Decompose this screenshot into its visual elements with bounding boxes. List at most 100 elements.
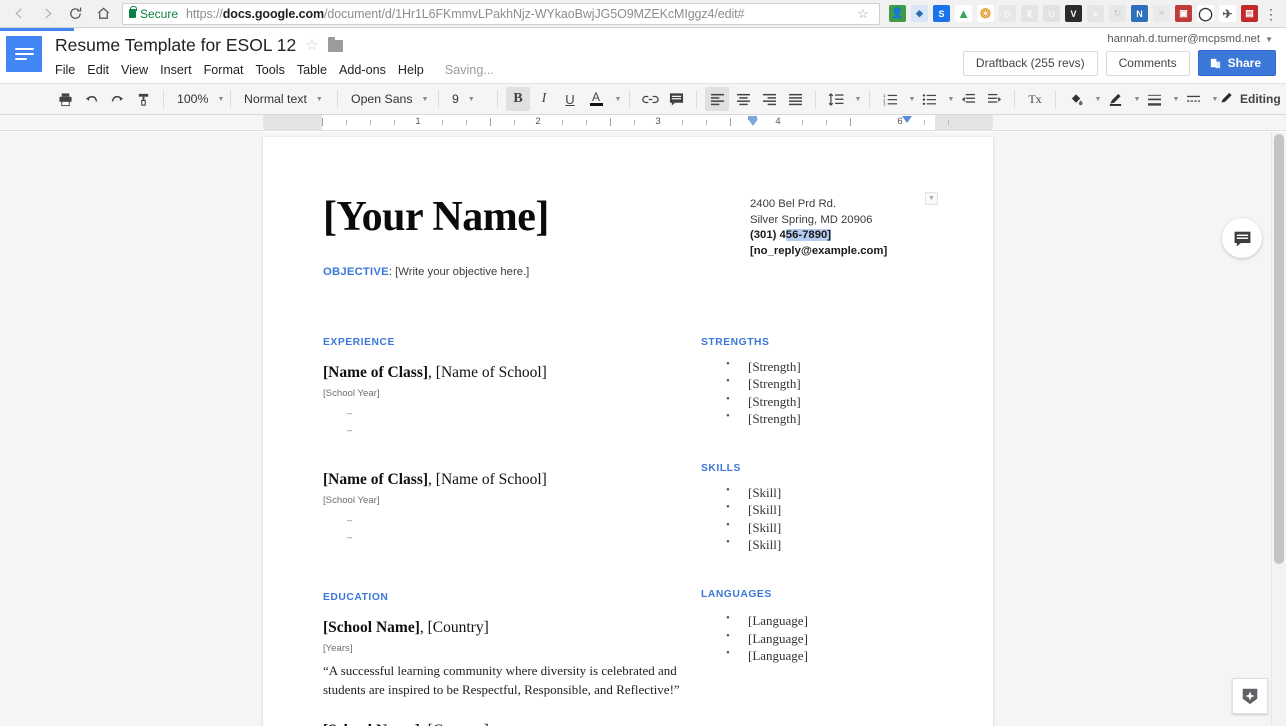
menu-addons[interactable]: Add-ons (339, 62, 393, 78)
bulleted-list-button[interactable] (917, 87, 941, 111)
line-spacing-dropdown-arrow[interactable]: ▼ (850, 87, 862, 111)
contacts-extension-icon[interactable]: 👤 (889, 5, 906, 22)
menu-tools[interactable]: Tools (255, 62, 291, 78)
zoom-dropdown[interactable]: 100% ▼ (171, 87, 224, 111)
menu-table[interactable]: Table (297, 62, 334, 78)
list-item[interactable]: [Skill] (726, 518, 933, 536)
moon-extension-icon[interactable]: ◯ (1197, 5, 1214, 22)
menu-view[interactable]: View (121, 62, 155, 78)
border-color-dropdown-arrow[interactable]: ▼ (1129, 87, 1141, 111)
objective-line[interactable]: OBJECTIVE: [Write your objective here.] (323, 266, 930, 278)
align-center-button[interactable] (731, 87, 755, 111)
border-weight-button[interactable] (1142, 87, 1166, 111)
add-comment-button[interactable] (1222, 218, 1262, 258)
screencastify-extension-icon[interactable]: S (933, 5, 950, 22)
colorpick-extension-icon[interactable]: ❂ (977, 5, 994, 22)
list-item[interactable]: [Language] (726, 611, 933, 629)
screenshot-extension-icon[interactable]: ▣ (1175, 5, 1192, 22)
bulleted-list-dropdown-arrow[interactable]: ▼ (943, 87, 955, 111)
decrease-indent-button[interactable] (956, 87, 980, 111)
back-icon[interactable] (6, 1, 32, 27)
grammar-extension-icon[interactable]: ● (1087, 5, 1104, 22)
text-color-dropdown-arrow[interactable]: ▼ (610, 87, 622, 111)
vertical-scrollbar[interactable] (1271, 132, 1286, 726)
document-canvas[interactable]: [Your Name] OBJECTIVE: [Write your objec… (0, 132, 1286, 726)
numbered-list-button[interactable]: 123 (878, 87, 902, 111)
list-item[interactable]: [Language] (726, 629, 933, 647)
document-title[interactable]: Resume Template for ESOL 12 (55, 35, 296, 56)
menu-insert[interactable]: Insert (160, 62, 199, 78)
align-right-button[interactable] (757, 87, 781, 111)
insert-comment-icon[interactable] (664, 87, 688, 111)
print-icon[interactable] (53, 87, 77, 111)
line-spacing-button[interactable] (824, 87, 848, 111)
border-color-button[interactable] (1103, 87, 1127, 111)
fill-color-dropdown-arrow[interactable]: ▼ (1090, 87, 1102, 111)
font-dropdown[interactable]: Open Sans ▼ (345, 87, 431, 111)
inline-dropdown-icon[interactable]: ▼ (925, 192, 938, 205)
draftback-button[interactable]: Draftback (255 revs) (962, 50, 1098, 76)
undo-icon[interactable] (79, 87, 103, 111)
redo-icon[interactable] (105, 87, 129, 111)
list-item[interactable] (347, 425, 693, 445)
contact-block[interactable]: 2400 Bel Prd Rd. Silver Spring, MD 20906… (750, 197, 887, 259)
paint-format-icon[interactable] (131, 87, 155, 111)
list-item[interactable]: [Language] (726, 646, 933, 664)
entry-bullet-list[interactable] (323, 408, 693, 445)
skills-list[interactable]: [Skill] [Skill] [Skill] [Skill] (701, 483, 933, 553)
bookmark-star-icon[interactable]: ☆ (853, 6, 873, 22)
right-indent-marker[interactable] (902, 116, 912, 123)
list-item[interactable]: [Skill] (726, 535, 933, 553)
list-item[interactable] (347, 408, 693, 428)
fill-color-button[interactable] (1064, 87, 1088, 111)
account-menu[interactable]: hannah.d.turner@mcpsmd.net ▼ (1107, 33, 1273, 45)
education-entry[interactable]: [School Name], [Country] [Years] (323, 722, 693, 726)
list-item[interactable]: [Strength] (726, 374, 933, 392)
refresh-extension-icon[interactable]: ↻ (1109, 5, 1126, 22)
edit-mode-dropdown[interactable]: Editing ▼ (1219, 91, 1286, 108)
ruler[interactable]: 1 2 3 4 6 (263, 115, 993, 130)
translate-extension-icon[interactable]: ◆ (911, 5, 928, 22)
menu-help[interactable]: Help (398, 62, 431, 78)
google-drive-extension-icon[interactable]: ▲ (955, 5, 972, 22)
menu-edit[interactable]: Edit (87, 62, 116, 78)
numbered-list-dropdown-arrow[interactable]: ▼ (904, 87, 916, 111)
font-size-dropdown[interactable]: 9 ▼ (446, 87, 490, 111)
list-item[interactable]: [Strength] (726, 357, 933, 375)
paragraph-style-dropdown[interactable]: Normal text ▼ (238, 87, 330, 111)
unsplash-extension-icon[interactable]: U (1043, 5, 1060, 22)
browser-menu-icon[interactable]: ⋮ (1262, 7, 1280, 21)
education-entry[interactable]: [School Name], [Country] [Years] “A succ… (323, 619, 693, 700)
list-item[interactable] (347, 515, 693, 535)
star-document-icon[interactable]: ☆ (305, 36, 318, 54)
share-button[interactable]: Share (1197, 50, 1276, 76)
text-color-button[interactable]: A (584, 87, 608, 111)
list-item[interactable] (347, 532, 693, 552)
rocket-extension-icon[interactable]: ✈ (1219, 5, 1236, 22)
list-item[interactable]: [Skill] (726, 500, 933, 518)
address-bar[interactable]: Secure https://docs.google.com/document/… (122, 2, 880, 25)
move-to-folder-icon[interactable] (327, 37, 343, 52)
border-dash-button[interactable] (1181, 87, 1205, 111)
align-justify-button[interactable] (783, 87, 807, 111)
languages-list[interactable]: [Language] [Language] [Language] (701, 611, 933, 664)
align-left-button[interactable] (705, 87, 729, 111)
document-page[interactable]: [Your Name] OBJECTIVE: [Write your objec… (263, 137, 993, 726)
vidyard-extension-icon[interactable]: V (1065, 5, 1082, 22)
notes-extension-icon[interactable]: N (1131, 5, 1148, 22)
border-dash-dropdown-arrow[interactable]: ▼ (1207, 87, 1219, 111)
border-weight-dropdown-arrow[interactable]: ▼ (1168, 87, 1180, 111)
insert-link-icon[interactable] (638, 87, 662, 111)
bold-button[interactable]: B (506, 87, 530, 111)
tag-extension-icon[interactable]: ▮ (1021, 5, 1038, 22)
library-extension-icon[interactable]: ▤ (1241, 5, 1258, 22)
experience-entry[interactable]: [Name of Class], [Name of School] [Schoo… (323, 364, 693, 445)
list-item[interactable]: [Strength] (726, 409, 933, 427)
list-item[interactable]: [Strength] (726, 392, 933, 410)
docs-offline-extension-icon[interactable]: D (999, 5, 1016, 22)
italic-button[interactable]: I (532, 87, 556, 111)
home-icon[interactable] (90, 1, 116, 27)
scrollbar-thumb[interactable] (1274, 134, 1284, 564)
google-docs-logo[interactable] (6, 36, 42, 72)
star-extension-icon[interactable]: ✶ (1153, 5, 1170, 22)
